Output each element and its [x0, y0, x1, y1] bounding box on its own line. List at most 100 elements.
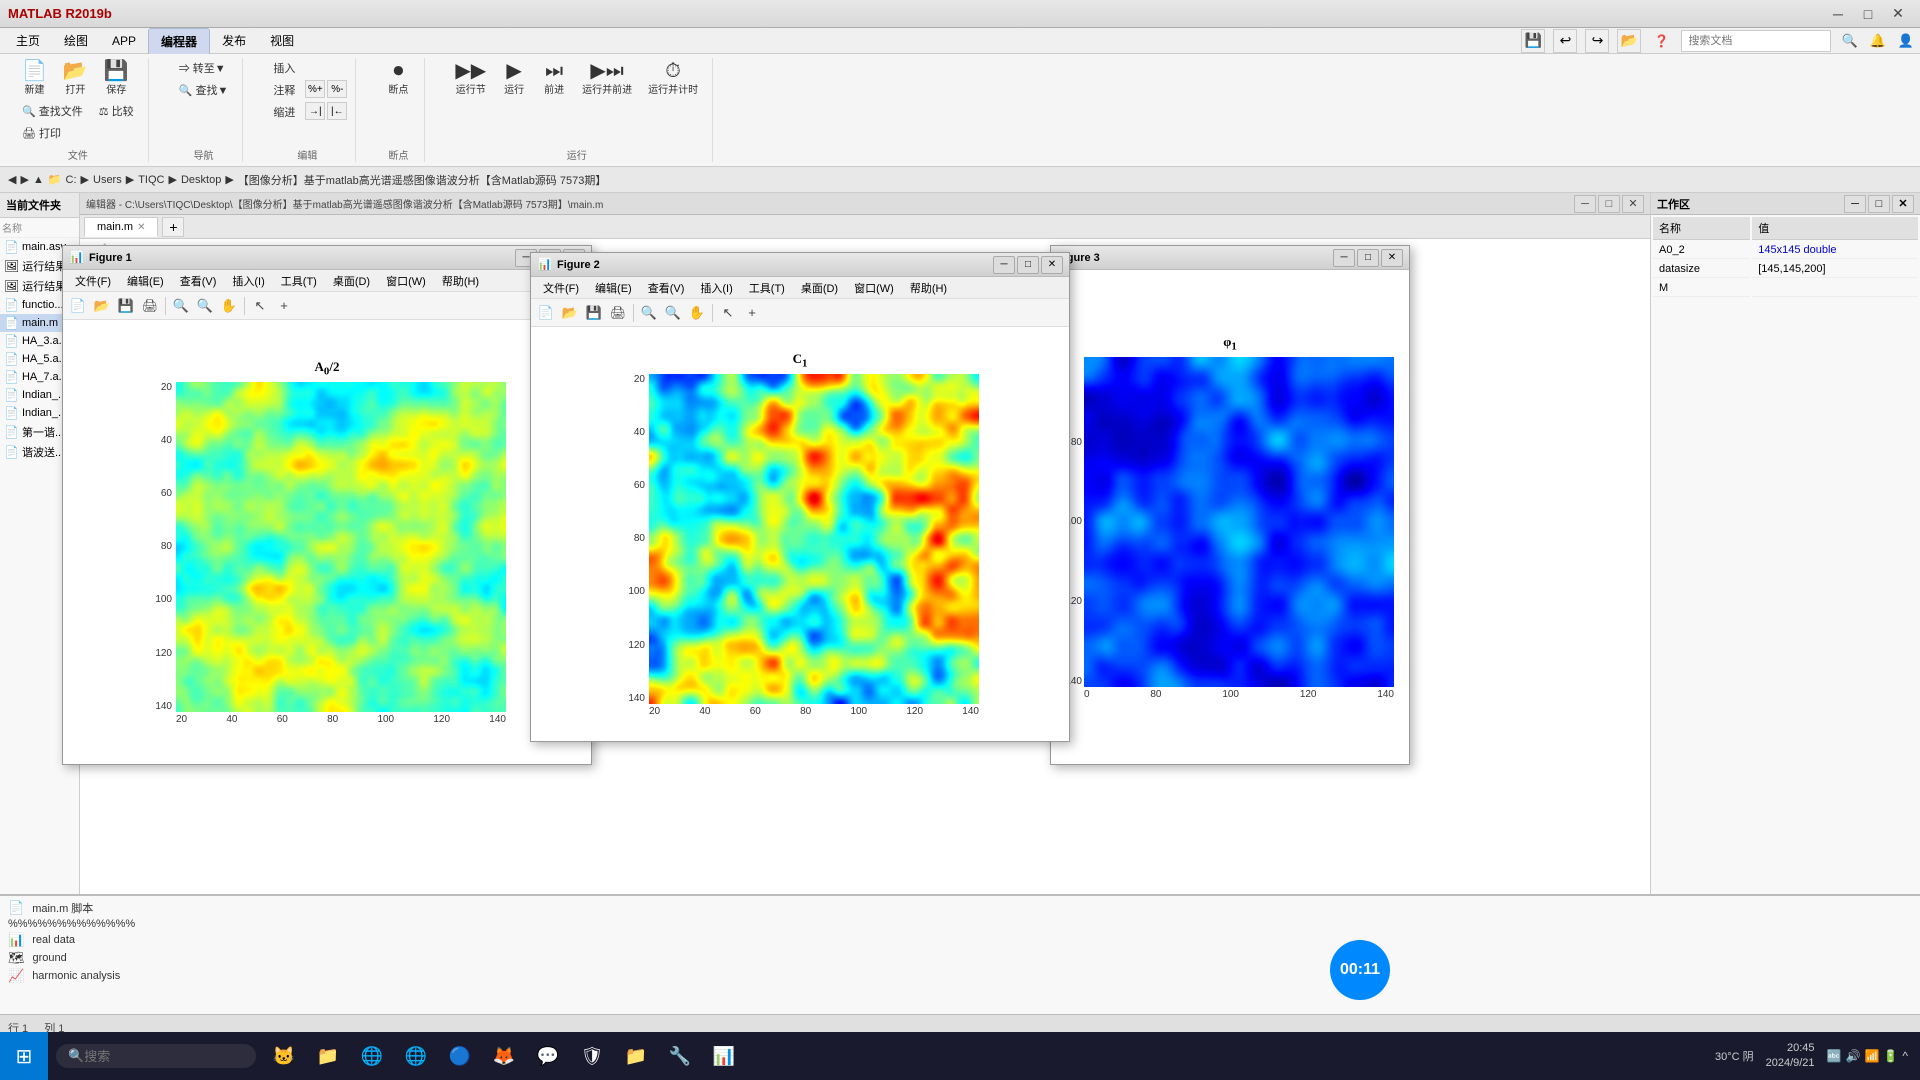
quick-access-btn[interactable]: 💾: [1521, 29, 1545, 53]
fig1-zoom-in-btn[interactable]: 🔍: [170, 295, 192, 317]
search-docs-btn[interactable]: 🔍: [1839, 31, 1859, 51]
taskbar-files[interactable]: 📁: [616, 1036, 656, 1076]
path-nav-browse[interactable]: 📁: [48, 173, 62, 186]
fig2-menu-help[interactable]: 帮助(H): [902, 278, 955, 298]
taskbar-battery-icon[interactable]: 🔋: [1883, 1049, 1898, 1063]
fig2-menu-window[interactable]: 窗口(W): [846, 278, 902, 298]
fig2-save-btn[interactable]: 💾: [583, 302, 605, 324]
close-button[interactable]: ✕: [1884, 3, 1912, 25]
compare-btn[interactable]: ⚖ 比较: [93, 101, 140, 121]
help-btn[interactable]: ❓: [1649, 29, 1673, 53]
run-section-btn[interactable]: ▶▶ 运行节: [449, 58, 492, 99]
fig1-pan-btn[interactable]: ✋: [218, 295, 240, 317]
step-btn[interactable]: ⏭ 前进: [536, 58, 572, 99]
indent-out-btn[interactable]: |←: [327, 102, 347, 120]
fig2-zoom-out-btn[interactable]: 🔍: [662, 302, 684, 324]
open-button[interactable]: 📂 打开: [57, 58, 94, 99]
menu-tab-view[interactable]: 视图: [258, 28, 306, 53]
editor-maximize-btn[interactable]: □: [1598, 195, 1620, 213]
sign-in-btn[interactable]: 👤: [1896, 31, 1916, 51]
fig1-menu-edit[interactable]: 编辑(E): [119, 271, 172, 291]
goto-btn[interactable]: ⇒ 转至▼: [173, 58, 232, 78]
comment-add-btn[interactable]: %+: [305, 80, 325, 98]
fig2-open-btn[interactable]: 📂: [559, 302, 581, 324]
taskbar-app1[interactable]: 🛡: [572, 1036, 612, 1076]
taskbar-file-explorer[interactable]: 🐱: [264, 1036, 304, 1076]
fig1-menu-insert[interactable]: 插入(I): [224, 271, 272, 291]
path-users[interactable]: Users: [93, 174, 122, 186]
fig1-print-btn[interactable]: 🖨: [139, 295, 161, 317]
fig2-data-cursor-btn[interactable]: +: [741, 302, 763, 324]
taskbar-search-input[interactable]: [84, 1049, 234, 1064]
run-advance-btn[interactable]: ▶⏭ 运行并前进: [576, 58, 638, 99]
editor-tab-main[interactable]: main.m ✕: [84, 217, 158, 237]
start-button[interactable]: ⊞: [0, 1032, 48, 1080]
comment-remove-btn[interactable]: %-: [327, 80, 347, 98]
fig1-cursor-btn[interactable]: ↖: [249, 295, 271, 317]
taskbar-firefox[interactable]: 🦊: [484, 1036, 524, 1076]
fig1-open-btn[interactable]: 📂: [91, 295, 113, 317]
workspace-maximize-btn[interactable]: □: [1868, 195, 1890, 213]
figure1-window[interactable]: 📊 Figure 1 ─ □ ✕ 文件(F) 编辑(E) 查看(V) 插入(I)…: [62, 245, 592, 765]
taskbar-wechat[interactable]: 💬: [528, 1036, 568, 1076]
save-button[interactable]: 💾 保存: [98, 58, 135, 99]
fig1-new-btn[interactable]: 📄: [67, 295, 89, 317]
taskbar-edge[interactable]: 🌐: [352, 1036, 392, 1076]
open-file-btn[interactable]: 📂: [1617, 29, 1641, 53]
menu-tab-editor[interactable]: 编程器: [148, 28, 210, 54]
search-docs-input[interactable]: [1681, 30, 1831, 52]
path-nav-forward[interactable]: ▶: [20, 173, 28, 186]
workspace-row[interactable]: A0_2 145x145 double: [1653, 242, 1918, 259]
fig1-menu-tools[interactable]: 工具(T): [273, 271, 325, 291]
figure2-minimize-btn[interactable]: ─: [993, 256, 1015, 274]
fig2-menu-file[interactable]: 文件(F): [535, 278, 587, 298]
fig2-pan-btn[interactable]: ✋: [686, 302, 708, 324]
fig1-menu-desktop[interactable]: 桌面(D): [325, 271, 378, 291]
run-time-btn[interactable]: ⏱ 运行并计时: [642, 58, 704, 99]
fig1-menu-file[interactable]: 文件(F): [67, 271, 119, 291]
fig2-menu-view[interactable]: 查看(V): [640, 278, 693, 298]
new-button[interactable]: 📄 新建: [16, 58, 53, 99]
figure2-maximize-btn[interactable]: □: [1017, 256, 1039, 274]
menu-tab-publish[interactable]: 发布: [210, 28, 258, 53]
taskbar-ie[interactable]: 🌐: [396, 1036, 436, 1076]
taskbar-network-icon[interactable]: 📶: [1864, 1049, 1879, 1063]
print-btn[interactable]: 🖨 打印: [16, 123, 67, 143]
fig1-save-btn[interactable]: 💾: [115, 295, 137, 317]
taskbar-app2[interactable]: 🔧: [660, 1036, 700, 1076]
menu-tab-home[interactable]: 主页: [4, 28, 52, 53]
path-desktop[interactable]: Desktop: [181, 174, 221, 186]
fig1-menu-window[interactable]: 窗口(W): [378, 271, 434, 291]
editor-minimize-btn[interactable]: ─: [1574, 195, 1596, 213]
fig1-menu-help[interactable]: 帮助(H): [434, 271, 487, 291]
fig2-menu-insert[interactable]: 插入(I): [692, 278, 740, 298]
taskbar-speaker-icon[interactable]: 🔊: [1846, 1049, 1861, 1063]
figure3-close-btn[interactable]: ✕: [1381, 249, 1403, 267]
fig2-cursor-btn[interactable]: ↖: [717, 302, 739, 324]
indent-btn[interactable]: 缩进: [267, 102, 301, 122]
path-nav-back[interactable]: ◀: [8, 173, 16, 186]
fig1-data-cursor-btn[interactable]: +: [273, 295, 295, 317]
taskbar-search[interactable]: 🔍: [56, 1044, 256, 1068]
workspace-minimize-btn[interactable]: ─: [1844, 195, 1866, 213]
new-tab-btn[interactable]: +: [162, 217, 184, 237]
notifications-btn[interactable]: 🔔: [1868, 31, 1888, 51]
indent-in-btn[interactable]: →|: [305, 102, 325, 120]
maximize-button[interactable]: □: [1854, 3, 1882, 25]
find-btn[interactable]: 🔍 查找▼: [173, 80, 235, 100]
path-folder[interactable]: 【图像分析】基于matlab高光谱遥感图像谐波分析【含Matlab源码 7573…: [238, 172, 607, 188]
path-nav-up[interactable]: ▲: [33, 174, 44, 186]
taskbar-matlab[interactable]: 📊: [704, 1036, 744, 1076]
comment-btn[interactable]: 注释: [267, 80, 301, 100]
fig2-print-btn[interactable]: 🖨: [607, 302, 629, 324]
figure3-window[interactable]: Figure 3 ─ □ ✕ φ1 0 80 100 120 140 0: [1050, 245, 1410, 765]
fig2-menu-edit[interactable]: 编辑(E): [587, 278, 640, 298]
find-file-btn[interactable]: 🔍 查找文件: [16, 101, 89, 121]
minimize-button[interactable]: ─: [1824, 3, 1852, 25]
path-tiqc[interactable]: TIQC: [138, 174, 164, 186]
fig2-zoom-in-btn[interactable]: 🔍: [638, 302, 660, 324]
figure2-window[interactable]: 📊 Figure 2 ─ □ ✕ 文件(F) 编辑(E) 查看(V) 插入(I)…: [530, 252, 1070, 742]
fig1-zoom-out-btn[interactable]: 🔍: [194, 295, 216, 317]
workspace-row[interactable]: datasize [145,145,200]: [1653, 261, 1918, 278]
undo-btn[interactable]: ↩: [1553, 29, 1577, 53]
